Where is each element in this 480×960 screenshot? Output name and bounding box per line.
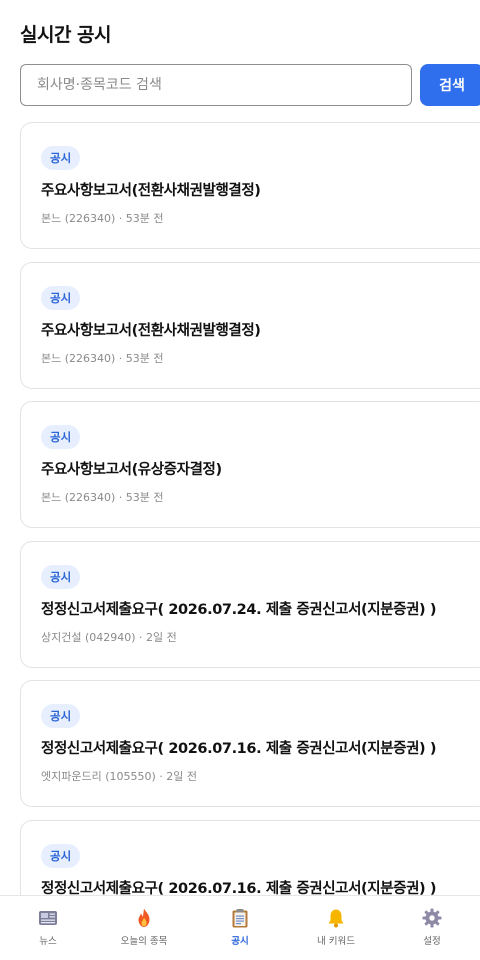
disclosure-meta: 본느 (226340) · 53분 전 [41, 351, 164, 365]
bottom-nav: 뉴스 오늘의 종목 공시 내 키워드 설정 [0, 895, 480, 960]
disclosure-list: 공시 주요사항보고서(전환사채권발행결정) 본느 (226340) · 53분 … [20, 122, 480, 959]
disclosure-title: 정정신고서제출요구( 2026.07.24. 제출 증권신고서(지분증권) ) [41, 601, 437, 618]
disclosure-meta: 본느 (226340) · 53분 전 [41, 212, 164, 225]
header: 실시간 공시 [20, 20, 112, 46]
nav-item-disclosure[interactable]: 공시 [192, 896, 288, 960]
disclosure-card[interactable]: 공시 주요사항보고서(유상증자결정) 본느 (226340) · 53분 전 [20, 401, 480, 528]
newspaper-icon [39, 911, 57, 925]
search-input[interactable] [20, 64, 412, 106]
nav-item-today-stocks[interactable]: 오늘의 종목 [96, 896, 192, 960]
nav-label: 뉴스 [39, 936, 57, 947]
disclosure-badge: 공시 [41, 425, 81, 449]
clipboard-icon [232, 909, 248, 928]
disclosure-meta: 본느 (226340) · 53분 전 [41, 491, 164, 504]
disclosure-meta: 상지건설 (042940) · 2일 전 [41, 630, 177, 644]
disclosure-card[interactable]: 공시 정정신고서제출요구( 2026.07.16. 제출 증권신고서(지분증권)… [20, 680, 480, 807]
bell-icon [328, 909, 344, 928]
search-bar: 검색 [20, 64, 480, 106]
nav-label: 오늘의 종목 [120, 936, 168, 947]
disclosure-meta: 엣지파운드리 (105550) · 2일 전 [41, 770, 198, 783]
nav-item-my-keywords[interactable]: 내 키워드 [288, 896, 384, 960]
disclosure-card[interactable]: 공시 주요사항보고서(전환사채권발행결정) 본느 (226340) · 53분 … [20, 122, 480, 249]
disclosure-title: 정정신고서제출요구( 2026.07.16. 제출 증권신고서(지분증권) ) [41, 741, 437, 757]
disclosure-badge: 공시 [41, 564, 81, 589]
disclosure-badge: 공시 [41, 146, 81, 170]
search-button[interactable]: 검색 [420, 64, 480, 106]
fire-icon [138, 908, 150, 927]
disclosure-title: 주요사항보고서(전환사채권발행결정) [41, 322, 261, 339]
disclosure-badge: 공시 [41, 285, 81, 310]
disclosure-card[interactable]: 공시 주요사항보고서(전환사채권발행결정) 본느 (226340) · 53분 … [20, 261, 480, 389]
disclosure-card[interactable]: 공시 정정신고서제출요구( 2026.07.24. 제출 증권신고서(지분증권)… [20, 540, 480, 668]
nav-item-settings[interactable]: 설정 [384, 896, 480, 960]
nav-label: 공시 [231, 936, 249, 947]
nav-label: 설정 [423, 936, 441, 947]
disclosure-badge: 공시 [41, 843, 81, 868]
nav-item-news[interactable]: 뉴스 [0, 896, 96, 960]
nav-label: 내 키워드 [317, 936, 355, 947]
disclosure-title: 주요사항보고서(전환사채권발행결정) [41, 183, 261, 199]
gear-icon [422, 908, 442, 928]
disclosure-badge: 공시 [41, 704, 81, 728]
disclosure-title: 주요사항보고서(유상증자결정) [41, 462, 222, 478]
page-title: 실시간 공시 [20, 24, 112, 46]
